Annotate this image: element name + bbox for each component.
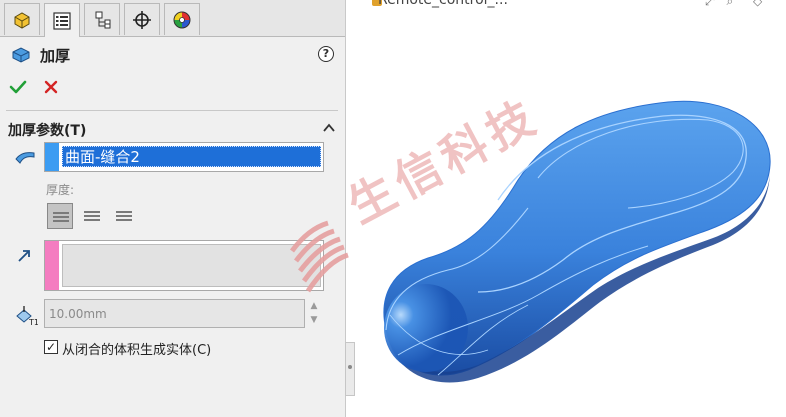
spin-down-icon[interactable]: ▼ [307,313,321,327]
panel-splitter-handle[interactable] [345,342,355,396]
tab-feature-manager[interactable] [4,3,40,35]
direction-arrow-icon [18,250,30,262]
surface-select-icon [15,152,35,164]
create-solid-checkbox[interactable]: ✓ [44,340,58,354]
tab-display-manager[interactable] [164,3,200,35]
thickness-input[interactable] [44,299,305,328]
view-toolbar[interactable]: ⤢ ⌕ ◇ [705,0,785,8]
cancel-x-icon[interactable] [43,78,59,96]
create-solid-label[interactable]: 从闭合的体积生成实体(C) [62,339,211,358]
thicken-feature-icon [12,47,30,63]
crosshair-icon [133,10,151,29]
selection-color-marker [45,143,59,171]
zoom-icon[interactable]: ⌕ [726,0,733,8]
thicken-side2-button[interactable] [111,203,137,229]
thickness-spinner[interactable]: ▲ ▼ [307,299,321,328]
ok-checkmark-icon[interactable] [9,78,27,96]
document-name[interactable]: Remote_control_... [378,0,508,8]
help-icon[interactable]: ? [318,46,334,62]
thickness-icon: T1 [16,306,38,326]
divider [6,110,338,111]
configuration-icon [95,11,111,28]
appearance-wheel-icon [173,11,191,28]
manager-tabs [0,0,345,37]
tab-configuration-manager[interactable] [84,3,120,35]
spin-up-icon[interactable]: ▲ [307,299,321,313]
feature-tree-icon [14,11,30,29]
shoe-sole-3d-model[interactable] [378,80,778,390]
thicken-side1-button[interactable] [47,203,73,229]
tab-dimxpert-manager[interactable] [124,3,160,35]
thickness-side-label: 厚度: [46,183,75,197]
section-title: 加厚参数(T) [8,123,87,139]
property-list-icon [53,11,71,30]
page-title: 加厚 [40,47,71,65]
view-orientation-icon[interactable]: ⤢ [705,0,715,8]
tab-property-manager[interactable] [44,3,80,37]
feature-title-row: 加厚 ? [8,44,334,66]
section-view-icon[interactable]: ◇ [753,0,762,8]
selection-color-marker [45,241,59,290]
thicken-both-sides-button[interactable] [79,203,105,229]
svg-text:T1: T1 [28,318,38,326]
